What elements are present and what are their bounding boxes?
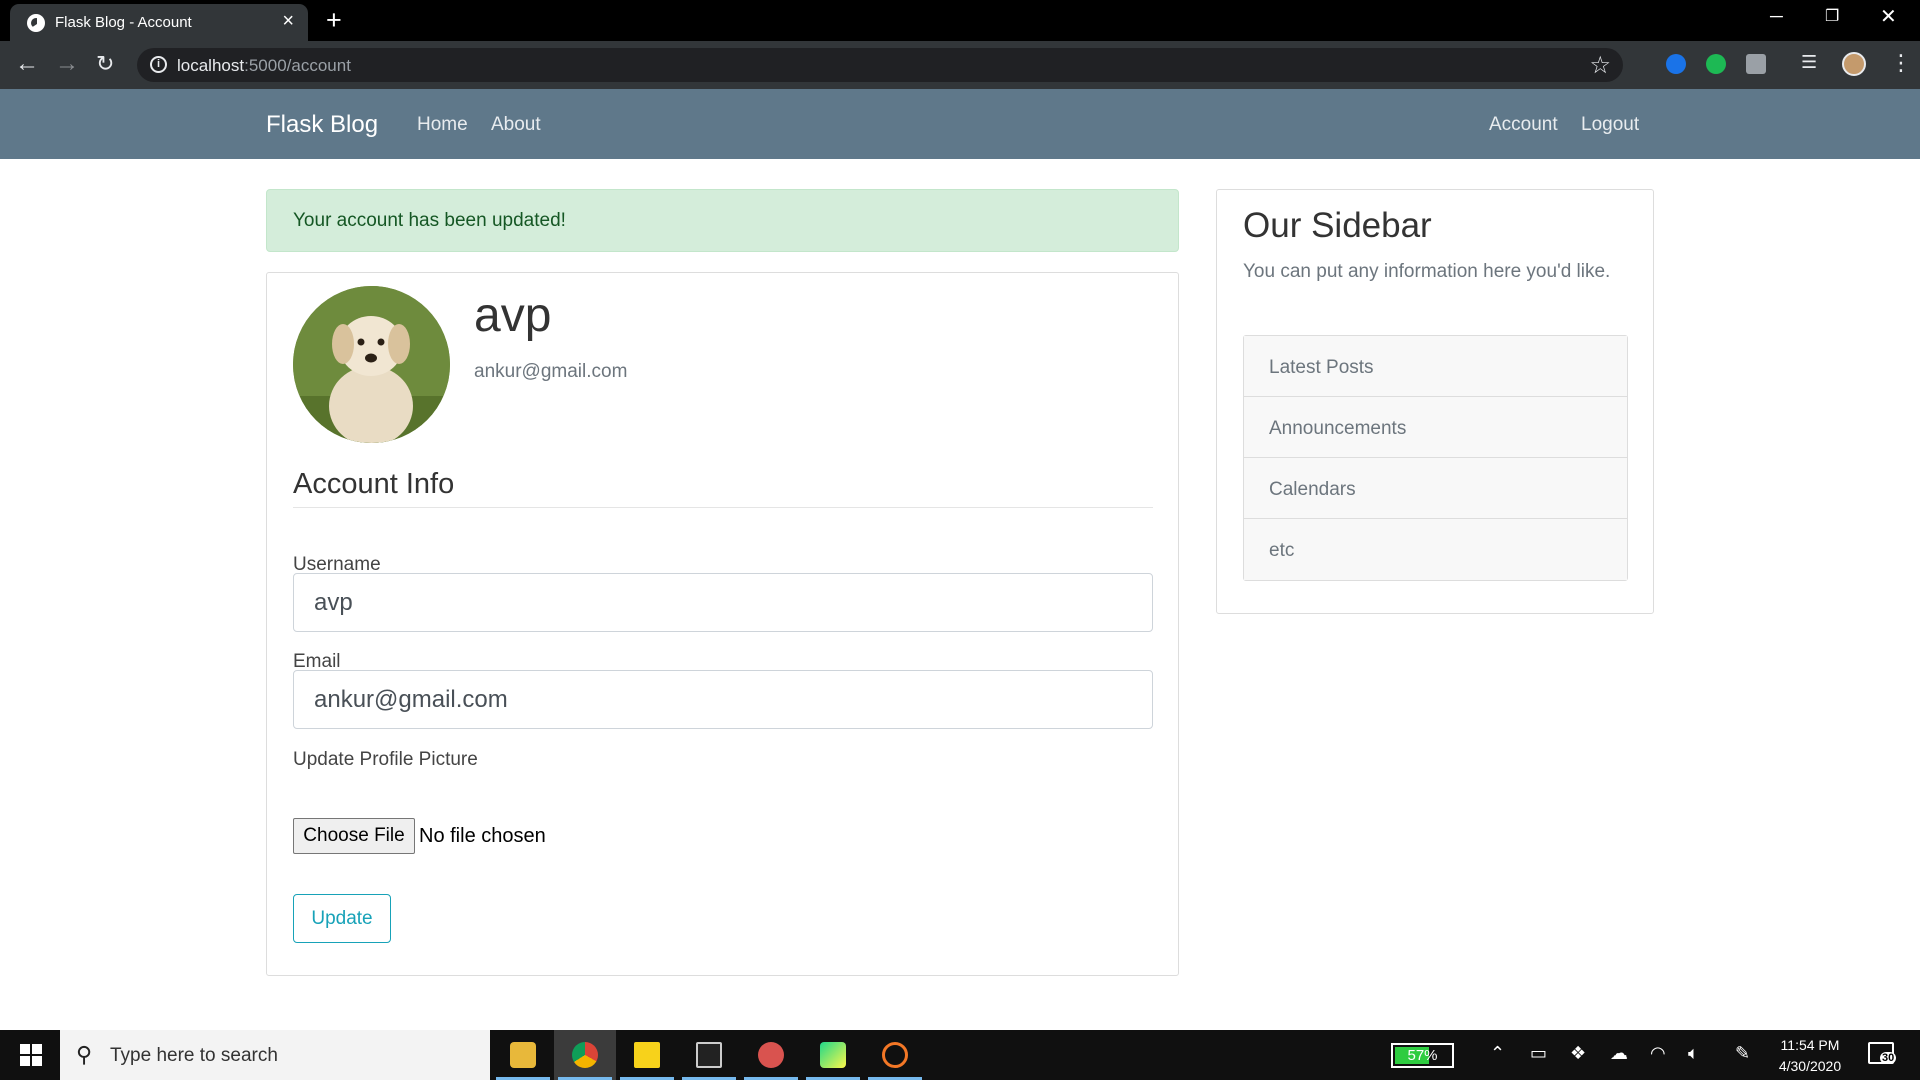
pycharm-icon bbox=[820, 1042, 846, 1068]
update-button[interactable]: Update bbox=[293, 894, 391, 943]
volume-icon[interactable]: 🔈︎ bbox=[1688, 1043, 1699, 1064]
extension-briefcase-icon[interactable] bbox=[1746, 54, 1766, 74]
extension-u-icon[interactable] bbox=[1666, 54, 1686, 74]
browser-tab-strip: Flask Blog - Account × + ─ ❐ ✕ bbox=[0, 0, 1920, 41]
restore-icon[interactable]: ❐ bbox=[1825, 6, 1839, 26]
address-bar[interactable]: i localhost:5000/account ☆ bbox=[137, 48, 1623, 82]
legend-divider bbox=[293, 507, 1153, 508]
notification-count: 30 bbox=[1880, 1052, 1897, 1064]
search-icon: ⚲ bbox=[76, 1042, 93, 1067]
notification-center-icon[interactable]: 30 bbox=[1868, 1042, 1897, 1064]
choose-file-button[interactable]: Choose File bbox=[293, 818, 415, 854]
profile-username: avp bbox=[474, 289, 552, 342]
form-legend: Account Info bbox=[293, 468, 455, 500]
close-window-icon[interactable]: ✕ bbox=[1880, 4, 1897, 29]
minimize-icon[interactable]: ─ bbox=[1770, 6, 1783, 27]
power-icon[interactable]: ▭ bbox=[1530, 1043, 1547, 1064]
sidebar-title: Our Sidebar bbox=[1243, 206, 1432, 245]
extension-green-icon[interactable] bbox=[1706, 54, 1726, 74]
system-clock[interactable]: 11:54 PM 4/30/2020 bbox=[1774, 1035, 1846, 1077]
wifi-icon[interactable]: ◠ bbox=[1650, 1043, 1666, 1064]
media-queue-icon[interactable]: ☰ bbox=[1801, 52, 1821, 72]
folder-icon bbox=[510, 1042, 536, 1068]
terminal-icon bbox=[696, 1042, 722, 1068]
jupyter-icon bbox=[882, 1042, 908, 1068]
reload-icon[interactable]: ↻ bbox=[96, 51, 114, 77]
windows-start-icon[interactable] bbox=[20, 1044, 42, 1066]
pen-icon[interactable]: ✎ bbox=[1735, 1043, 1750, 1064]
sidebar-card: Our Sidebar You can put any information … bbox=[1216, 189, 1654, 614]
picture-label: Update Profile Picture bbox=[293, 749, 478, 770]
taskbar-search[interactable]: ⚲ Type here to search bbox=[60, 1030, 490, 1080]
terminal-app[interactable] bbox=[678, 1030, 740, 1080]
browser-menu-icon[interactable]: ⋮ bbox=[1890, 52, 1912, 74]
site-info-icon[interactable]: i bbox=[150, 56, 167, 73]
profile-avatar-icon[interactable] bbox=[1842, 52, 1866, 76]
sidebar-item-etc[interactable]: etc bbox=[1244, 519, 1627, 580]
snipping-tool-app[interactable] bbox=[740, 1030, 802, 1080]
sidebar-text: You can put any information here you'd l… bbox=[1243, 261, 1611, 282]
email-input[interactable] bbox=[293, 670, 1153, 729]
nav-logout-link[interactable]: Logout bbox=[1581, 114, 1639, 136]
clock-time: 11:54 PM bbox=[1780, 1037, 1840, 1053]
clock-date: 4/30/2020 bbox=[1778, 1058, 1842, 1074]
battery-percent: 57% bbox=[1407, 1047, 1438, 1064]
chrome-app[interactable] bbox=[554, 1030, 616, 1080]
brand-link[interactable]: Flask Blog bbox=[266, 111, 378, 139]
pycharm-app[interactable] bbox=[802, 1030, 864, 1080]
sticky-notes-icon bbox=[634, 1042, 660, 1068]
forward-icon[interactable]: → bbox=[55, 51, 79, 77]
sidebar-item-announcements[interactable]: Announcements bbox=[1244, 397, 1627, 458]
new-tab-icon[interactable]: + bbox=[326, 6, 342, 34]
dropbox-icon[interactable]: ❖ bbox=[1570, 1043, 1586, 1064]
profile-picture bbox=[293, 286, 450, 443]
profile-email: ankur@gmail.com bbox=[474, 361, 628, 382]
battery-indicator[interactable]: 57% bbox=[1391, 1043, 1454, 1068]
site-navbar: Flask Blog Home About Account Logout bbox=[0, 89, 1920, 159]
account-card: avp ankur@gmail.com Account Info Usernam… bbox=[266, 272, 1179, 976]
back-icon[interactable]: ← bbox=[15, 51, 39, 77]
nav-account-link[interactable]: Account bbox=[1489, 114, 1558, 136]
bookmark-star-icon[interactable]: ☆ bbox=[1589, 51, 1611, 80]
file-status: No file chosen bbox=[419, 825, 546, 847]
sidebar-item-latest-posts[interactable]: Latest Posts bbox=[1244, 336, 1627, 397]
jupyter-app[interactable] bbox=[864, 1030, 926, 1080]
nav-about-link[interactable]: About bbox=[491, 114, 541, 136]
show-hidden-icons-icon[interactable]: ⌃ bbox=[1490, 1043, 1505, 1064]
close-tab-icon[interactable]: × bbox=[282, 11, 294, 31]
sidebar-item-calendars[interactable]: Calendars bbox=[1244, 458, 1627, 519]
success-alert: Your account has been updated! bbox=[266, 189, 1179, 252]
globe-favicon-icon bbox=[27, 14, 45, 32]
browser-tab[interactable]: Flask Blog - Account × bbox=[10, 4, 308, 41]
chrome-icon bbox=[572, 1042, 598, 1068]
browser-toolbar: ← → ↻ i localhost:5000/account ☆ bbox=[0, 41, 1920, 89]
nav-home-link[interactable]: Home bbox=[417, 114, 468, 136]
tab-title: Flask Blog - Account bbox=[55, 14, 192, 31]
onedrive-icon[interactable]: ☁ bbox=[1610, 1043, 1628, 1064]
windows-taskbar: ⚲ Type here to search 57% ⌃ ▭ ❖ ☁ ◠ 🔈︎ ✎… bbox=[0, 1030, 1920, 1080]
file-explorer-app[interactable] bbox=[492, 1030, 554, 1080]
url-text[interactable]: localhost:5000/account bbox=[177, 56, 351, 76]
search-placeholder: Type here to search bbox=[110, 1045, 278, 1066]
alert-message: Your account has been updated! bbox=[293, 210, 566, 231]
sidebar-list: Latest Posts Announcements Calendars etc bbox=[1243, 335, 1628, 581]
snipping-tool-icon bbox=[758, 1042, 784, 1068]
username-input[interactable] bbox=[293, 573, 1153, 632]
sticky-notes-app[interactable] bbox=[616, 1030, 678, 1080]
